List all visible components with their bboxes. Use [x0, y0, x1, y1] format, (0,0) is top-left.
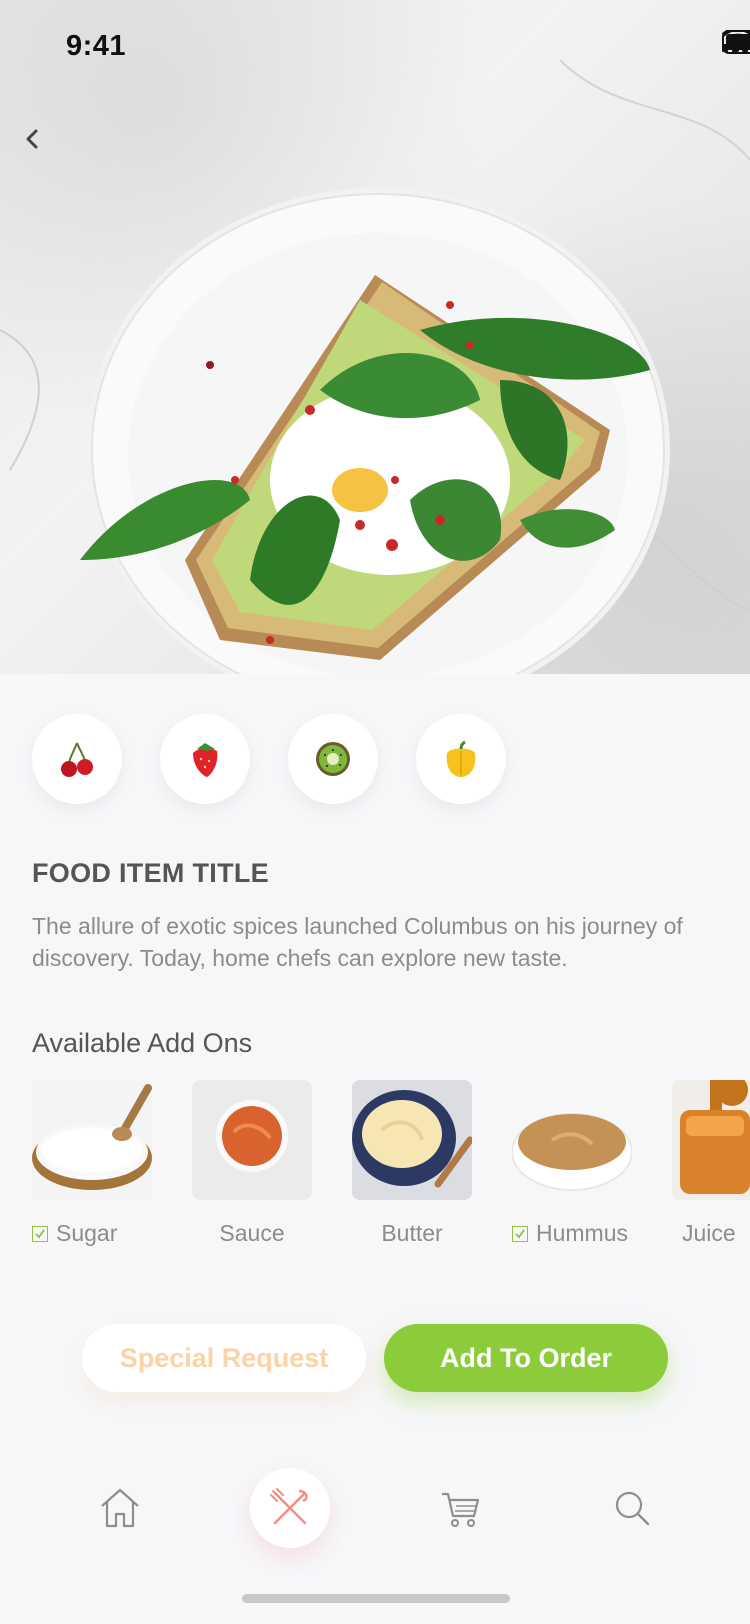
- home-indicator[interactable]: [242, 1594, 510, 1603]
- cherry-icon: [61, 742, 93, 777]
- kiwi-icon: [316, 742, 350, 776]
- item-description: The allure of exotic spices launched Col…: [32, 913, 683, 971]
- butter-image: [352, 1080, 472, 1200]
- check-icon[interactable]: [32, 1225, 48, 1242]
- special-request-button[interactable]: Special Request: [82, 1324, 366, 1392]
- search-icon: [615, 1491, 650, 1526]
- home-icon: [101, 1488, 139, 1528]
- fork-knife-icon: [270, 1488, 308, 1525]
- addons-title: Available Add Ons: [32, 1028, 253, 1058]
- hummus-image: [512, 1080, 632, 1200]
- tab-home[interactable]: [96, 1484, 144, 1532]
- check-icon[interactable]: [512, 1225, 528, 1242]
- addon-label-text: Butter: [381, 1220, 443, 1246]
- addon-label-text: Sugar: [56, 1220, 118, 1246]
- ingredient-bell-pepper[interactable]: [416, 714, 506, 804]
- addon-label: Sauce: [192, 1220, 312, 1247]
- ingredient-kiwi[interactable]: [288, 714, 378, 804]
- addon-label: Juice: [672, 1220, 750, 1247]
- addon-label-text: Hummus: [536, 1220, 629, 1246]
- addon-juice[interactable]: Juice: [672, 1080, 750, 1247]
- addon-label-text: Juice: [682, 1220, 736, 1246]
- addon-sauce[interactable]: Sauce: [192, 1080, 312, 1247]
- addon-hummus[interactable]: Hummus: [512, 1080, 632, 1247]
- tab-cart[interactable]: [436, 1484, 484, 1532]
- addon-label-text: Sauce: [219, 1220, 285, 1246]
- strawberry-icon: [193, 743, 218, 777]
- sauce-image: [192, 1080, 312, 1200]
- addon-label: Sugar: [32, 1220, 152, 1247]
- addon-butter[interactable]: Butter: [352, 1080, 472, 1247]
- hero-image: 9:41: [0, 0, 750, 674]
- battery-icon: [722, 30, 750, 54]
- back-button[interactable]: [24, 128, 52, 168]
- tab-search[interactable]: [608, 1484, 656, 1532]
- status-time: 9:41: [66, 30, 127, 62]
- item-title: FOOD ITEM TITLE: [32, 858, 269, 888]
- chevron-left-icon: [26, 129, 38, 149]
- ingredient-cherry[interactable]: [32, 714, 122, 804]
- bell-pepper-icon: [446, 740, 476, 777]
- juice-image: [672, 1080, 750, 1200]
- ingredient-strawberry[interactable]: [160, 714, 250, 804]
- add-to-order-button[interactable]: Add To Order: [384, 1324, 668, 1392]
- cart-icon: [442, 1492, 480, 1527]
- tab-menu[interactable]: [250, 1468, 330, 1548]
- addon-label: Hummus: [512, 1220, 632, 1247]
- addon-sugar[interactable]: Sugar: [32, 1080, 152, 1247]
- food-photo: [0, 59, 750, 674]
- tab-bar: [0, 1460, 750, 1580]
- addon-label: Butter: [352, 1220, 472, 1247]
- status-bar: 9:41: [0, 0, 750, 92]
- ingredient-list: [32, 714, 506, 804]
- sugar-image: [32, 1080, 152, 1200]
- addons-list: Sugar Sauce Butter Hummus Juice: [32, 1080, 750, 1250]
